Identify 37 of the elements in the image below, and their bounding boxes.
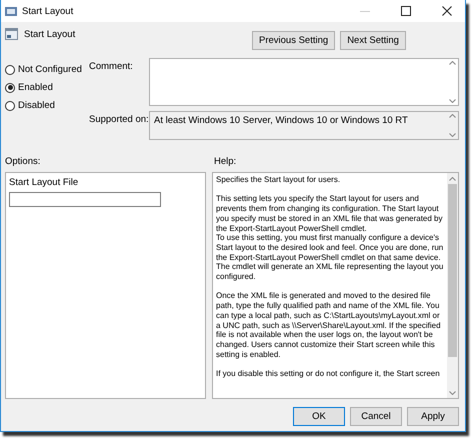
help-text: Specifies the Start layout for users. [216, 175, 342, 185]
scroll-up-icon[interactable] [449, 176, 456, 180]
radio-label[interactable]: Not Configured [18, 64, 82, 75]
dialog-button[interactable]: OK [293, 407, 345, 426]
help-text: Once the XML file is generated and moved to the desired file path, type the fully qualified path and name of the XML file. You can type a local path, such as C:\StartLayouts\myLayout.xml or a UNC path, such as \\Server\Share\Layout.xml. If the specified file is not available when the user logs on, the layout won't be changed. Users cannot customize their Start screen while this setting is enabled. [216, 291, 442, 360]
scroll-up-icon[interactable] [449, 114, 456, 118]
dialog-button[interactable]: Cancel [350, 407, 402, 426]
input-field[interactable] [9, 192, 161, 207]
comment-label: Comment: [89, 60, 134, 74]
scroll-up-icon[interactable] [449, 61, 456, 65]
scrollbar-thumb[interactable] [448, 184, 457, 357]
nav-button[interactable]: Previous Setting [252, 31, 336, 50]
policy-icon [5, 28, 18, 40]
supported-on-label: Supported on: [89, 113, 149, 127]
radio-button[interactable] [5, 82, 15, 92]
nav-button[interactable]: Next Setting [340, 31, 406, 50]
close-icon[interactable] [442, 6, 452, 16]
scroll-down-icon[interactable] [449, 99, 456, 103]
comment-field[interactable] [149, 58, 459, 106]
radio-label[interactable]: Enabled [18, 82, 53, 93]
supported-on-value: At least Windows 10 Server, Windows 10 or Windows 10 RT [153, 114, 409, 128]
policy-icon [5, 6, 17, 16]
dialog-button[interactable]: Apply [407, 407, 459, 426]
maximize-icon[interactable] [401, 6, 411, 16]
policy-name: Start Layout [24, 28, 76, 40]
scroll-down-icon[interactable] [449, 133, 456, 137]
window-title: Start Layout [22, 6, 74, 16]
help-text: This setting lets you specify the Start layout for users and prevents them from changing its configuration. The Start layout you specify must be stored in an XML file that was generated by the Export-StartLayout PowerShell cmdlet. [216, 194, 444, 234]
options-label: Options: [5, 156, 40, 166]
radio-button[interactable] [5, 100, 15, 110]
help-text: If you disable this setting or do not configure it, the Start screen [216, 369, 441, 379]
field-label: Start Layout File [9, 177, 80, 188]
help-text: To use this setting, you must first manually configure a device's Start layout to the desired look and feel. Once you are done, run the Export-StartLayout PowerShell cmdlet on that same device. The cmdlet will generate an XML file representing the layout you configured. [216, 233, 444, 282]
scroll-down-icon[interactable] [449, 390, 456, 394]
radio-label[interactable]: Disabled [18, 100, 55, 111]
radio-button[interactable] [5, 64, 15, 74]
help-label: Help: [214, 156, 236, 166]
